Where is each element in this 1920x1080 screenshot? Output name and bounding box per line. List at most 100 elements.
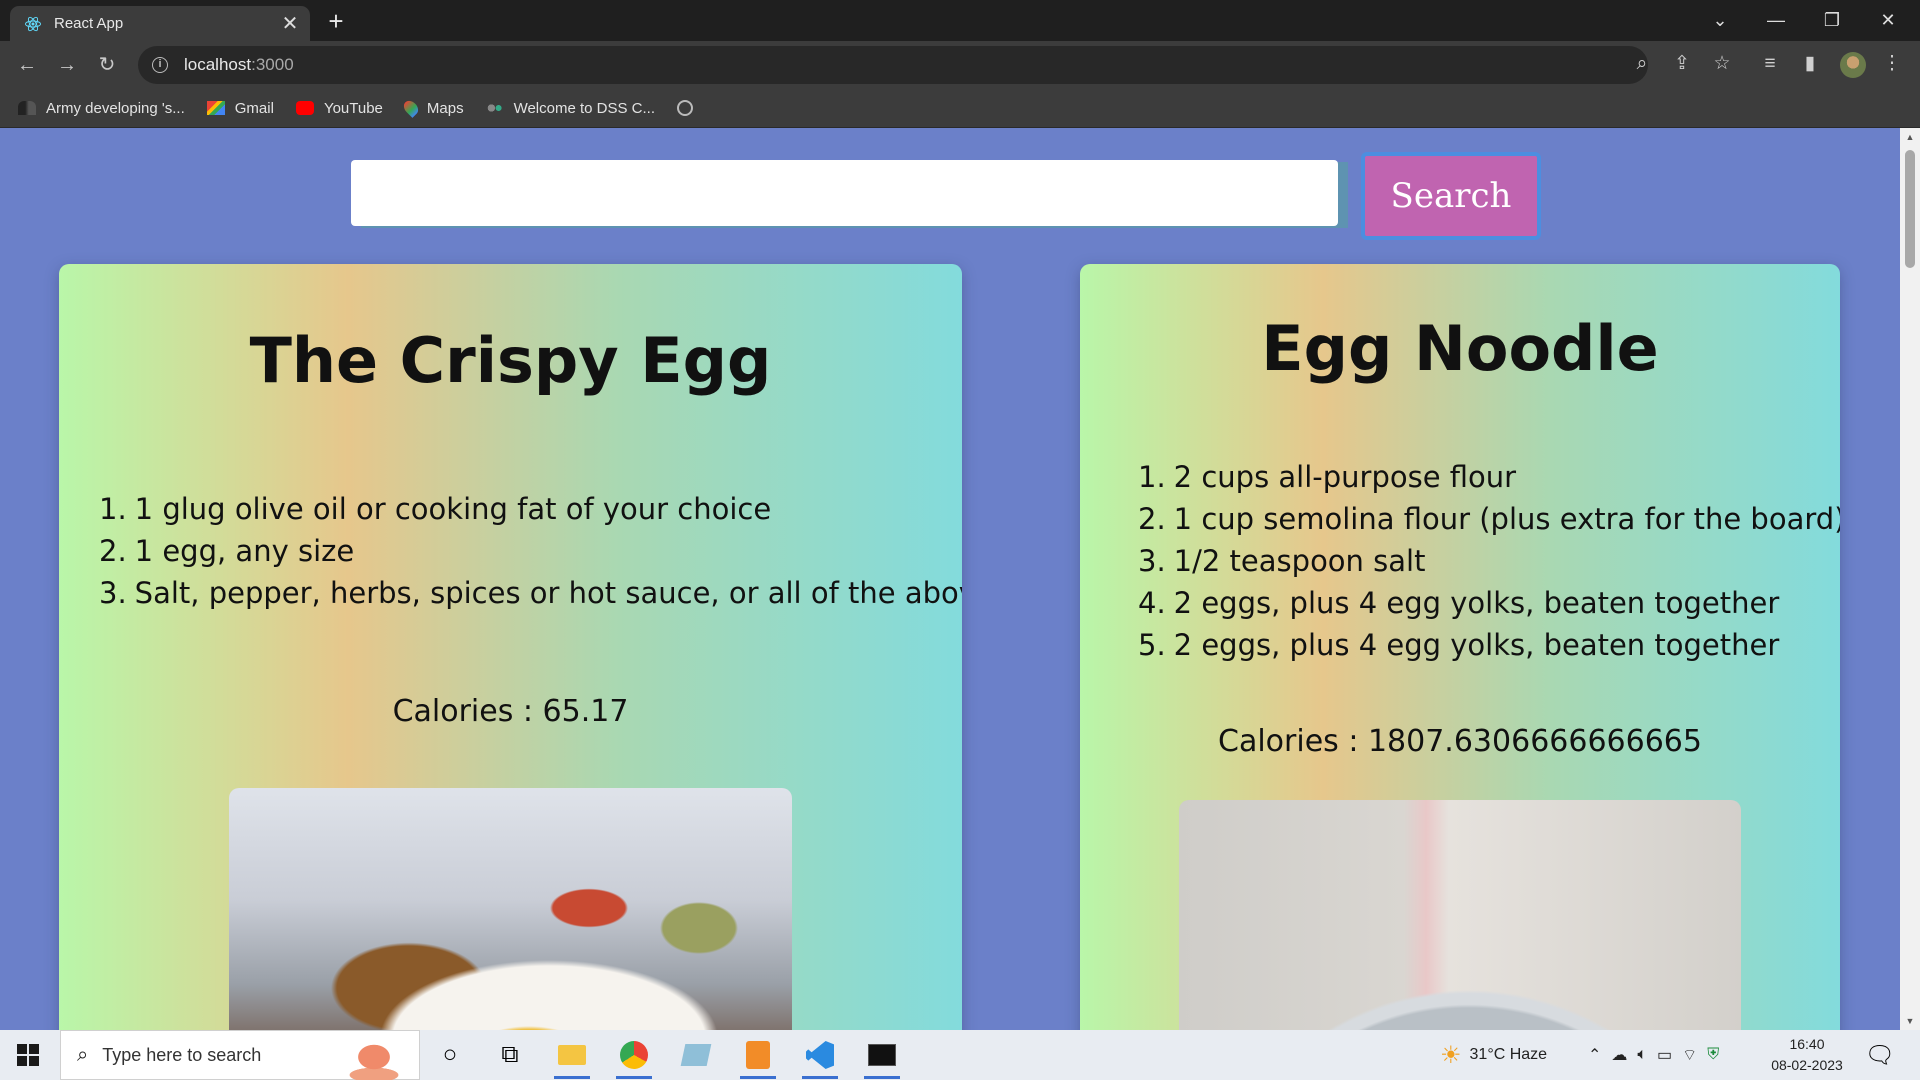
bookmarks-bar: Army developing 's... Gmail YouTube Maps… [0, 89, 1920, 128]
react-icon [25, 16, 41, 31]
tab-strip: React App ✕ + ⌄ — ❐ ✕ [0, 0, 1920, 41]
volume-icon[interactable]: 🔈︎ [1637, 1046, 1647, 1064]
bookmark-army[interactable]: Army developing 's... [18, 100, 185, 117]
restore-icon[interactable]: ❐ [1804, 0, 1860, 41]
ingredient-item: 3. 1/2 teaspoon salt [1138, 544, 1426, 578]
tray-chevron-icon[interactable]: ⌃ [1588, 1045, 1601, 1065]
profile-avatar[interactable] [1840, 52, 1866, 78]
url-host: localhost [184, 55, 252, 74]
weather-widget[interactable]: ☀ 31°C Haze [1440, 1030, 1547, 1080]
ingredient-text: 2 eggs, plus 4 egg yolks, beaten togethe… [1173, 628, 1780, 662]
app-page: Search The Crispy Egg 1. 1 glug olive oil… [0, 128, 1900, 1030]
maps-pin-icon [400, 98, 421, 118]
weather-text: 31°C Haze [1469, 1046, 1548, 1063]
bookmark-dss[interactable]: Welcome to DSS C... [485, 99, 656, 117]
ingredient-text: Salt, pepper, herbs, spices or hot sauce… [134, 576, 962, 610]
onedrive-icon[interactable]: ☁ [1611, 1045, 1627, 1065]
notifications-icon[interactable]: 🗨︎ [1860, 1035, 1900, 1075]
taskbar-search[interactable]: ⌕ Type here to search [60, 1030, 420, 1080]
bookmark-globe[interactable] [677, 100, 703, 116]
youtube-icon [295, 101, 314, 115]
chrome-icon[interactable] [614, 1035, 654, 1079]
ingredient-item: 2. 1 cup semolina flour (plus extra for t… [1138, 498, 1840, 540]
sublime-text-icon[interactable] [738, 1035, 778, 1079]
zoom-icon[interactable]: ⌕ [1630, 52, 1654, 76]
tab-title: React App [54, 15, 124, 32]
scroll-down-icon[interactable]: ▼ [1904, 1016, 1916, 1026]
bookmark-army-icon [18, 101, 36, 115]
calories-label: Calories : 1807.6306666666665 [1218, 724, 1702, 759]
taskbar: ⌕ Type here to search ○ ⧉ ☀ 31°C Haze ⌃ … [0, 1030, 1920, 1080]
vscode-icon[interactable] [800, 1035, 840, 1079]
bookmark-star-icon[interactable]: ☆ [1710, 52, 1734, 76]
url-port: :3000 [251, 55, 294, 74]
tab-search-chevron-icon[interactable]: ⌄ [1692, 0, 1748, 41]
new-tab-button[interactable]: + [322, 8, 350, 36]
file-explorer-icon[interactable] [552, 1035, 592, 1079]
battery-icon[interactable]: ▭ [1657, 1045, 1672, 1065]
ingredient-text: 1 glug olive oil or cooking fat of your … [134, 492, 772, 526]
task-view-icon[interactable]: ⧉ [490, 1035, 530, 1075]
terminal-icon[interactable] [862, 1035, 902, 1079]
windows-start-icon[interactable] [17, 1044, 39, 1066]
ingredient-text: 1/2 teaspoon salt [1173, 544, 1426, 578]
media-queue-icon[interactable]: ≡ [1758, 52, 1782, 76]
gmail-icon [206, 101, 225, 115]
side-panel-icon[interactable]: ▮ [1798, 52, 1822, 76]
bookmark-label: Army developing 's... [46, 99, 185, 117]
search-icon: ⌕ [77, 1043, 89, 1066]
ingredient-list: 1. 2 cups all-purpose flour 2. 1 cup semol… [1138, 456, 1840, 666]
browser-tab[interactable]: React App ✕ [10, 6, 310, 41]
wifi-icon[interactable]: ⌔ [1682, 1045, 1697, 1065]
ingredient-item: 1. 2 cups all-purpose flour [1138, 460, 1517, 494]
bookmark-youtube[interactable]: YouTube [295, 99, 383, 117]
window-close-icon[interactable]: ✕ [1860, 0, 1916, 41]
back-icon[interactable]: ← [14, 52, 40, 78]
menu-kebab-icon[interactable]: ⋮ [1880, 52, 1904, 76]
scroll-up-icon[interactable]: ▲ [1904, 132, 1916, 142]
bookmark-label: Welcome to DSS C... [513, 99, 656, 117]
scrollbar-thumb[interactable] [1905, 150, 1915, 268]
recipe-title: Egg Noodle [1261, 312, 1659, 385]
search-button[interactable]: Search [1361, 152, 1541, 240]
ingredient-item: 1. 1 glug olive oil or cooking fat of you… [99, 492, 772, 526]
page-scrollbar[interactable]: ▲ ▼ [1900, 128, 1920, 1030]
bookmark-label: Maps [426, 99, 464, 117]
reload-icon[interactable]: ↻ [94, 52, 120, 78]
ingredient-text: 2 cups all-purpose flour [1173, 460, 1517, 494]
recipe-image [229, 788, 792, 1030]
bookmark-gmail[interactable]: Gmail [206, 100, 274, 117]
ingredient-item: 3. Salt, pepper, herbs, spices or hot sau… [99, 572, 962, 614]
ingredient-item: 2. 1 egg, any size [99, 534, 355, 568]
bookmark-maps[interactable]: Maps [400, 98, 464, 118]
address-bar[interactable]: i localhost:3000 [138, 46, 1648, 84]
share-icon[interactable]: ⇪ [1670, 52, 1694, 76]
taskbar-search-placeholder: Type here to search [102, 1044, 262, 1065]
system-tray: ⌃ ☁ 🔈︎ ▭ ⌔ ⛨ [1588, 1030, 1719, 1080]
ingredient-text: 1 cup semolina flour (plus extra for the… [1173, 502, 1840, 536]
calories-label: Calories : 65.17 [392, 694, 629, 729]
recipe-card: Egg Noodle 1. 2 cups all-purpose flour 2.… [1080, 264, 1840, 1030]
security-shield-icon[interactable]: ⛨ [1707, 1046, 1719, 1064]
weather-sun-icon: ☀ [1440, 1041, 1462, 1069]
search-input[interactable] [351, 160, 1338, 226]
ingredient-item: 4. 2 eggs, plus 4 egg yolks, beaten toget… [1138, 586, 1780, 620]
clock-time: 16:40 [1789, 1036, 1825, 1052]
minimize-icon[interactable]: — [1748, 0, 1804, 41]
forward-icon[interactable]: → [54, 52, 80, 78]
clock[interactable]: 16:40 08-02-2023 [1762, 1034, 1852, 1076]
tab-close-icon[interactable]: ✕ [280, 11, 300, 36]
notes-app-icon[interactable] [676, 1035, 716, 1075]
cortana-icon[interactable]: ○ [430, 1035, 470, 1075]
site-info-icon[interactable]: i [152, 57, 168, 73]
globe-icon [677, 100, 694, 116]
recipe-title: The Crispy Egg [249, 324, 772, 397]
ingredient-text: 1 egg, any size [134, 534, 355, 568]
ingredient-list: 1. 1 glug olive oil or cooking fat of you… [99, 488, 962, 614]
clock-date: 08-02-2023 [1771, 1057, 1843, 1073]
recipe-card: The Crispy Egg 1. 1 glug olive oil or coo… [59, 264, 962, 1030]
bookmark-label: YouTube [323, 99, 383, 117]
search-highlight-icon [329, 1035, 419, 1080]
ingredient-text: 2 eggs, plus 4 egg yolks, beaten togethe… [1173, 586, 1780, 620]
recipe-image [1179, 800, 1741, 1030]
